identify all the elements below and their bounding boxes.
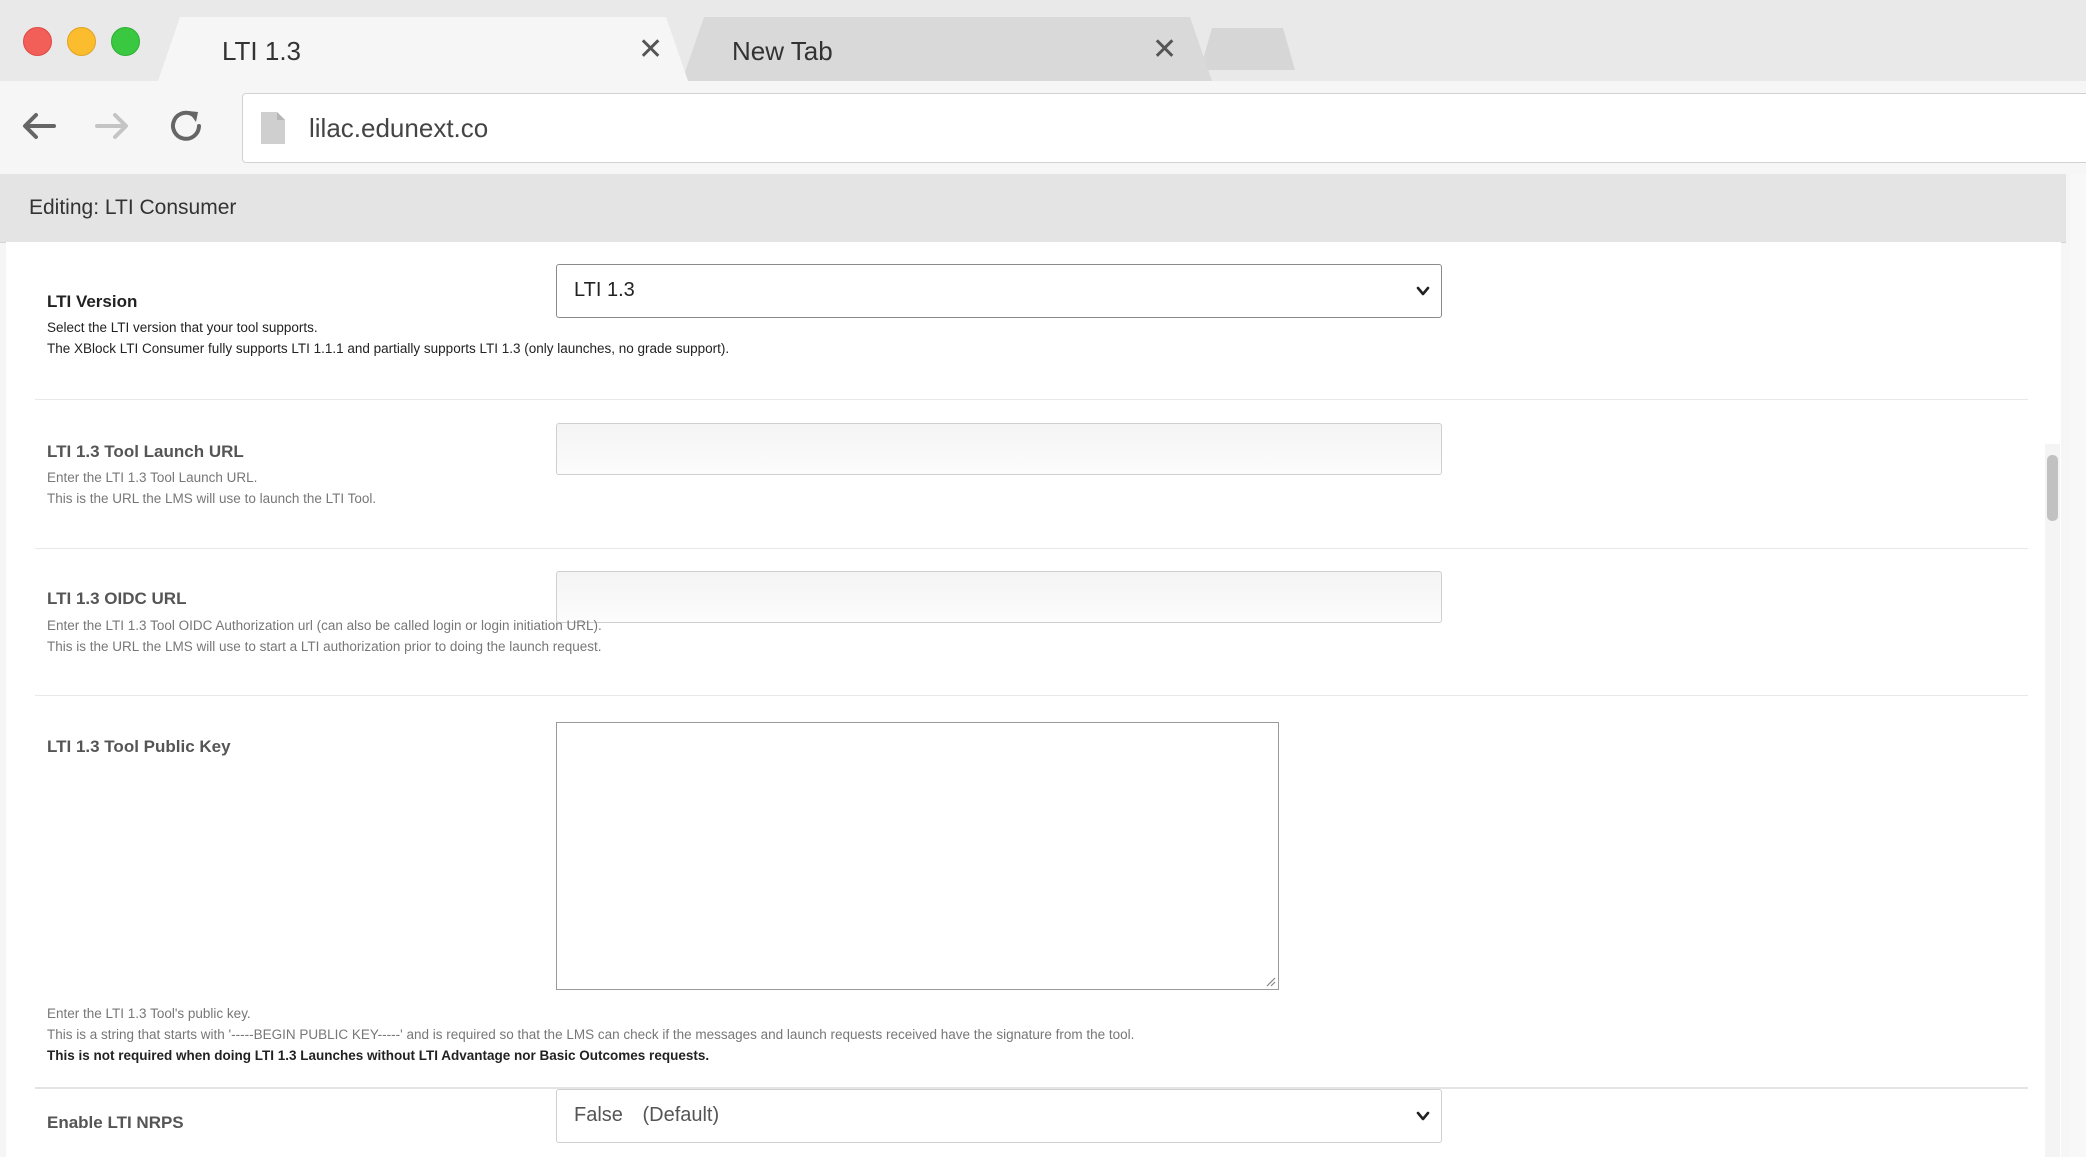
field-lti-version: LTI Version LTI 1.3 Select the LTI versi… xyxy=(35,242,2028,400)
close-window-button[interactable] xyxy=(23,27,52,56)
new-tab-button[interactable] xyxy=(1200,28,1295,70)
field-launch-url: LTI 1.3 Tool Launch URL Enter the LTI 1.… xyxy=(35,399,2028,549)
back-arrow-icon xyxy=(23,113,56,139)
field-public-key: LTI 1.3 Tool Public Key Enter the LTI 1.… xyxy=(35,695,2028,1088)
url-text: lilac.edunext.co xyxy=(309,113,489,143)
help-line: This is a string that starts with '-----… xyxy=(47,1027,1135,1042)
minimize-window-button[interactable] xyxy=(67,27,96,56)
field-help: Enter the LTI 1.3 Tool OIDC Authorizatio… xyxy=(47,615,602,657)
help-line: Enter the LTI 1.3 Tool Launch URL. xyxy=(47,470,258,485)
reload-button[interactable] xyxy=(163,103,209,149)
browser-toolbar: lilac.edunext.co xyxy=(0,81,2086,175)
help-line: Enter the LTI 1.3 Tool's public key. xyxy=(47,1006,251,1021)
forward-button[interactable] xyxy=(89,103,135,149)
editor-title: Editing: LTI Consumer xyxy=(29,196,237,219)
field-label: LTI 1.3 OIDC URL xyxy=(47,589,187,608)
field-nrps: Enable LTI NRPS False (Default) xyxy=(35,1087,2028,1157)
reload-icon xyxy=(171,110,201,141)
tab-lti-1-3[interactable]: LTI 1.3 ✕ xyxy=(158,17,688,81)
close-tab-icon[interactable]: ✕ xyxy=(638,35,663,65)
nrps-select[interactable]: False (Default) xyxy=(556,1089,1442,1143)
resize-grip-icon[interactable] xyxy=(1266,977,1276,987)
field-oidc-url: LTI 1.3 OIDC URL Enter the LTI 1.3 Tool … xyxy=(35,548,2028,696)
back-button[interactable] xyxy=(16,103,62,149)
help-line: This is the URL the LMS will use to star… xyxy=(47,639,602,654)
oidc-url-input[interactable] xyxy=(556,571,1442,623)
field-label: LTI 1.3 Tool Launch URL xyxy=(47,442,244,461)
editor-header: Editing: LTI Consumer xyxy=(0,174,2066,243)
page-icon xyxy=(261,112,285,144)
tab-label: LTI 1.3 xyxy=(222,36,302,66)
public-key-textarea[interactable] xyxy=(556,722,1279,990)
help-line: This is the URL the LMS will use to laun… xyxy=(47,491,377,506)
page-content: Editing: LTI Consumer LTI Version LTI 1.… xyxy=(0,174,2070,1157)
chevron-down-icon xyxy=(1416,1111,1430,1121)
help-line: Enter the LTI 1.3 Tool OIDC Authorizatio… xyxy=(47,618,602,633)
lti-version-select[interactable]: LTI 1.3 xyxy=(556,264,1442,318)
select-value: LTI 1.3 xyxy=(574,279,635,301)
address-bar[interactable]: lilac.edunext.co xyxy=(242,93,2086,163)
field-label: LTI 1.3 Tool Public Key xyxy=(47,737,231,756)
field-help: Select the LTI version that your tool su… xyxy=(47,317,729,359)
tab-new-tab[interactable]: New Tab ✕ xyxy=(682,17,1212,81)
chevron-down-icon xyxy=(1416,286,1430,296)
launch-url-input[interactable] xyxy=(556,423,1442,475)
field-label: Enable LTI NRPS xyxy=(47,1113,184,1132)
panel-scrollbar-thumb[interactable] xyxy=(2047,455,2058,521)
field-help: Enter the LTI 1.3 Tool's public key. Thi… xyxy=(47,1003,1134,1066)
close-tab-icon[interactable]: ✕ xyxy=(1152,35,1177,65)
help-line: The XBlock LTI Consumer fully supports L… xyxy=(47,341,730,356)
forward-arrow-icon xyxy=(95,113,128,139)
panel-scrollbar-track[interactable] xyxy=(2045,444,2060,1157)
help-line-bold: This is not required when doing LTI 1.3 … xyxy=(47,1048,710,1063)
field-label: LTI Version xyxy=(47,292,138,311)
maximize-window-button[interactable] xyxy=(111,27,140,56)
help-line: Select the LTI version that your tool su… xyxy=(47,320,318,335)
settings-panel: LTI Version LTI 1.3 Select the LTI versi… xyxy=(6,242,2061,1157)
select-value: False (Default) xyxy=(574,1104,720,1126)
browser-titlebar: LTI 1.3 ✕ New Tab ✕ xyxy=(0,0,2086,81)
field-help: Enter the LTI 1.3 Tool Launch URL. This … xyxy=(47,467,376,509)
tab-label: New Tab xyxy=(732,36,833,66)
